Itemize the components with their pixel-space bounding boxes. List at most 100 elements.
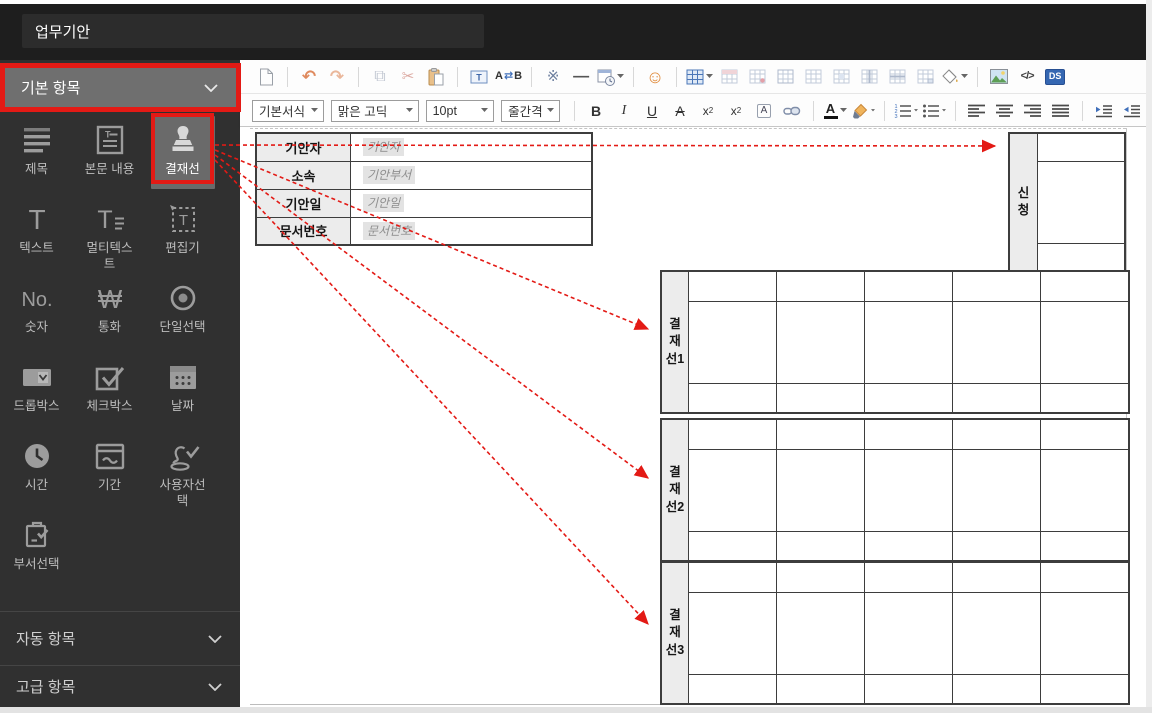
line-spacing-select[interactable]: 줄간격 xyxy=(501,99,560,122)
table-cell[interactable] xyxy=(952,591,1041,675)
text-box-button[interactable]: T xyxy=(466,65,492,89)
table-cell[interactable] xyxy=(776,591,865,675)
field-label-cell[interactable]: 소속 xyxy=(255,160,351,190)
source-code-button[interactable]: </> xyxy=(1014,65,1040,89)
field-value-cell[interactable]: 문서번호 xyxy=(350,216,593,246)
apply-table-label-cell[interactable]: 신청 xyxy=(1008,132,1038,272)
paragraph-style-select[interactable]: 기본서식 xyxy=(252,99,324,122)
table-cell[interactable] xyxy=(688,591,777,675)
document-service-button[interactable]: DS xyxy=(1042,65,1068,89)
sidebar-item-currency[interactable]: ₩ 통화 xyxy=(73,274,146,353)
copy-button[interactable]: ⧉ xyxy=(367,65,393,89)
table-properties-button[interactable] xyxy=(772,65,798,89)
align-left-button[interactable] xyxy=(964,99,990,123)
sidebar-item-period[interactable]: 기간 xyxy=(73,432,146,511)
table-cell[interactable] xyxy=(864,448,953,532)
table-cell[interactable] xyxy=(1040,418,1130,450)
sidebar-item-approval-stamp[interactable]: 결재선 xyxy=(150,116,215,189)
ordered-list-button[interactable]: 123 xyxy=(893,99,919,123)
field-label-cell[interactable]: 기안자 xyxy=(255,132,351,162)
font-size-select[interactable]: 10pt xyxy=(425,99,495,122)
sidebar-item-inline-editor[interactable]: T 편집기 xyxy=(146,195,219,274)
insert-row-button[interactable] xyxy=(716,65,742,89)
table-cell[interactable] xyxy=(688,382,777,414)
sidebar-section-basic-items[interactable]: 기본 항목 xyxy=(0,63,241,112)
insert-column-button[interactable] xyxy=(744,65,770,89)
table-cell[interactable] xyxy=(864,382,953,414)
table-button[interactable] xyxy=(685,65,714,89)
table-cell[interactable] xyxy=(952,561,1041,593)
table-cell[interactable] xyxy=(1040,530,1130,562)
table-cell[interactable] xyxy=(776,382,865,414)
table-cell[interactable] xyxy=(776,448,865,532)
table-cell[interactable] xyxy=(688,300,777,384)
undo-button[interactable]: ↶ xyxy=(296,65,322,89)
table-cell[interactable] xyxy=(864,270,953,302)
sidebar-section-advanced-items[interactable]: 고급 항목 xyxy=(0,665,240,707)
table-cell[interactable] xyxy=(1040,561,1130,593)
bold-button[interactable]: B xyxy=(583,99,609,123)
table-cell[interactable] xyxy=(864,530,953,562)
table-cell[interactable] xyxy=(1040,591,1130,675)
special-character-button[interactable]: ※ xyxy=(540,65,566,89)
table-cell[interactable] xyxy=(688,561,777,593)
sidebar-item-number[interactable]: No. 숫자 xyxy=(0,274,73,353)
sidebar-item-multi-text[interactable]: T 멀티텍스 트 xyxy=(73,195,146,274)
sidebar-item-user-select[interactable]: 사용자선 택 xyxy=(146,432,219,511)
sidebar-item-body-content[interactable]: T 본문 내용 xyxy=(73,116,146,195)
table-cell[interactable] xyxy=(952,270,1041,302)
character-style-button[interactable]: A xyxy=(751,99,777,123)
image-button[interactable] xyxy=(986,65,1012,89)
table-cell[interactable] xyxy=(952,530,1041,562)
sidebar-item-text[interactable]: T 텍스트 xyxy=(0,195,73,274)
paste-button[interactable] xyxy=(423,65,449,89)
hyperlink-button[interactable] xyxy=(779,99,805,123)
table-cell[interactable] xyxy=(688,418,777,450)
underline-button[interactable]: U xyxy=(639,99,665,123)
sidebar-item-radio[interactable]: 단일선택 xyxy=(146,274,219,353)
sidebar-item-calendar[interactable]: 날짜 xyxy=(146,353,219,432)
table-cell[interactable] xyxy=(776,530,865,562)
split-cells-button[interactable] xyxy=(856,65,882,89)
table-cell[interactable] xyxy=(1040,448,1130,532)
table-cell[interactable] xyxy=(1040,382,1130,414)
approval-table-label-cell[interactable]: 결 재 선1 xyxy=(660,270,689,414)
align-right-button[interactable] xyxy=(1020,99,1046,123)
sidebar-item-checkbox[interactable]: 체크박스 xyxy=(73,353,146,432)
superscript-button[interactable]: x2 xyxy=(695,99,721,123)
strikethrough-button[interactable]: A xyxy=(667,99,693,123)
highlight-color-button[interactable] xyxy=(850,99,876,123)
sidebar-item-department-select[interactable]: 부서선택 xyxy=(0,511,73,590)
indent-button[interactable] xyxy=(1119,99,1145,123)
field-value-cell[interactable]: 기안일 xyxy=(350,188,593,218)
field-label-cell[interactable]: 기안일 xyxy=(255,188,351,218)
unordered-list-button[interactable] xyxy=(921,99,947,123)
table-cell[interactable] xyxy=(952,673,1041,705)
cell-properties-button[interactable] xyxy=(912,65,938,89)
field-value-cell[interactable]: 기안자 xyxy=(350,132,593,162)
sidebar-item-title-lines[interactable]: 제목 xyxy=(0,116,73,195)
table-cell[interactable] xyxy=(776,300,865,384)
outdent-button[interactable] xyxy=(1091,99,1117,123)
field-label-cell[interactable]: 문서번호 xyxy=(255,216,351,246)
table-cell[interactable] xyxy=(864,418,953,450)
table-cell[interactable] xyxy=(776,418,865,450)
subscript-button[interactable]: x2 xyxy=(723,99,749,123)
table-cell[interactable] xyxy=(952,382,1041,414)
align-center-button[interactable] xyxy=(992,99,1018,123)
cut-button[interactable]: ✂ xyxy=(395,65,421,89)
cell-border-button[interactable] xyxy=(800,65,826,89)
horizontal-line-button[interactable]: — xyxy=(568,65,594,89)
sidebar-item-clock[interactable]: 시간 xyxy=(0,432,73,511)
font-family-select[interactable]: 맑은 고딕 xyxy=(330,99,419,122)
approval-table-label-cell[interactable]: 결 재 선3 xyxy=(660,561,689,705)
table-cell[interactable] xyxy=(688,673,777,705)
font-color-button[interactable]: A xyxy=(822,99,848,123)
table-cell[interactable] xyxy=(1037,132,1126,162)
table-cell[interactable] xyxy=(952,448,1041,532)
table-cell[interactable] xyxy=(864,591,953,675)
italic-button[interactable]: I xyxy=(611,99,637,123)
table-cell[interactable] xyxy=(952,300,1041,384)
table-cell[interactable] xyxy=(1040,673,1130,705)
date-time-button[interactable] xyxy=(596,65,625,89)
